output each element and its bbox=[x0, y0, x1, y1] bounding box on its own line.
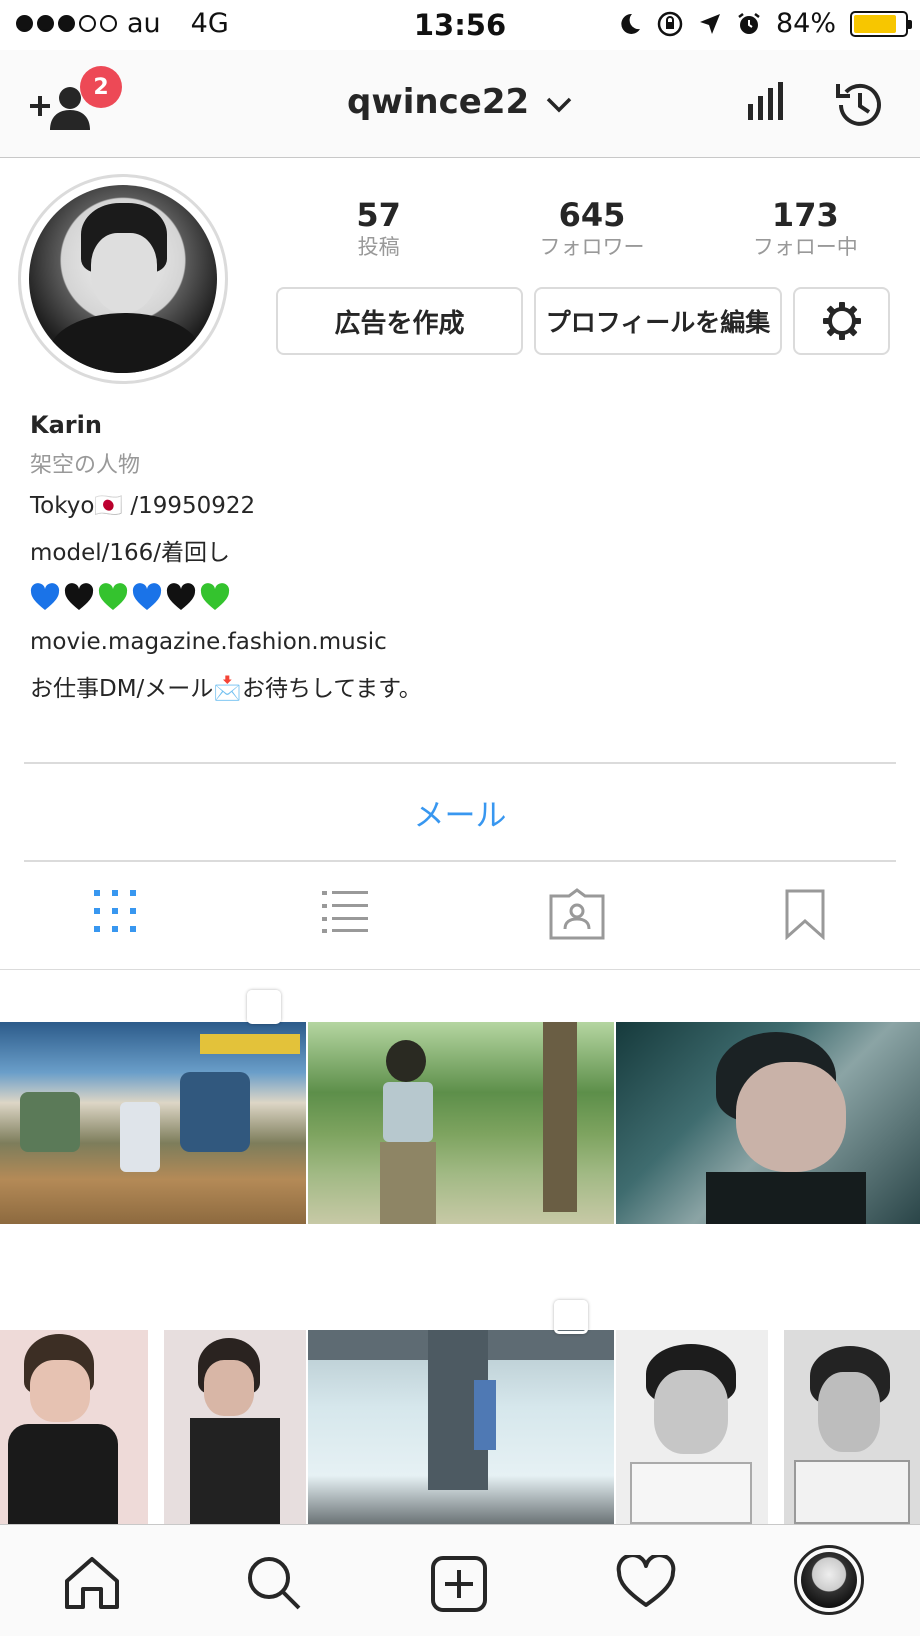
divider bbox=[24, 762, 896, 764]
profile-category: 架空の人物 bbox=[30, 453, 141, 478]
battery-percent: 84% bbox=[775, 8, 836, 39]
followers-number: 645 bbox=[558, 196, 626, 234]
green-heart-icon bbox=[98, 583, 128, 610]
display-name: Karin bbox=[30, 411, 102, 439]
bio-line-contact: お仕事DM/メール📩お待ちしてます。 bbox=[30, 676, 422, 702]
following-count[interactable]: 173 フォロー中 bbox=[699, 196, 912, 260]
status-right: 84% bbox=[616, 8, 912, 39]
followers-label: フォロワー bbox=[539, 235, 645, 259]
add-post-icon[interactable] bbox=[430, 1555, 488, 1613]
profile-photo bbox=[29, 185, 217, 373]
bio-hearts bbox=[30, 583, 890, 611]
home-icon[interactable] bbox=[62, 1555, 122, 1611]
profile-stats: 57 投稿 645 フォロワー 173 フォロー中 bbox=[272, 196, 912, 260]
multi-photo-icon bbox=[247, 990, 281, 1024]
posts-label: 投稿 bbox=[357, 235, 400, 259]
rotation-lock-icon bbox=[657, 11, 683, 36]
edit-profile-button[interactable]: プロフィールを編集 bbox=[534, 287, 782, 355]
history-icon[interactable] bbox=[832, 78, 886, 132]
post-thumbnail[interactable] bbox=[616, 1330, 768, 1524]
bio-line-model: model/166/着回し bbox=[30, 540, 231, 566]
profile-bio: Karin 架空の人物 Tokyo🇯🇵 /19950922 model/166/… bbox=[30, 408, 890, 705]
activity-heart-icon[interactable] bbox=[616, 1555, 676, 1609]
bio-line-interests: movie.magazine.fashion.music bbox=[30, 629, 387, 655]
profile-nav-bar: 2 qwince22 bbox=[0, 50, 920, 158]
alarm-icon bbox=[738, 12, 760, 34]
post-thumbnail[interactable] bbox=[308, 1330, 614, 1524]
bottom-tab-bar bbox=[0, 1524, 920, 1636]
email-button[interactable]: メール bbox=[0, 790, 920, 835]
posts-number: 57 bbox=[356, 196, 401, 234]
multi-photo-icon bbox=[554, 1300, 588, 1334]
chevron-down-icon bbox=[546, 97, 572, 112]
list-icon[interactable] bbox=[320, 888, 370, 934]
black-heart-icon bbox=[166, 583, 196, 610]
green-heart-icon bbox=[200, 583, 230, 610]
moon-icon bbox=[621, 13, 640, 34]
settings-button[interactable] bbox=[793, 287, 890, 355]
battery-icon bbox=[850, 10, 912, 37]
blue-heart-icon bbox=[132, 583, 162, 610]
blue-heart-icon bbox=[30, 583, 60, 610]
saved-icon[interactable] bbox=[784, 888, 826, 940]
gear-icon bbox=[822, 302, 861, 340]
black-heart-icon bbox=[64, 583, 94, 610]
post-thumbnail[interactable] bbox=[164, 1330, 306, 1524]
post-thumbnail[interactable] bbox=[0, 1022, 306, 1224]
search-icon[interactable] bbox=[246, 1555, 302, 1611]
location-arrow-icon bbox=[699, 13, 720, 34]
post-thumbnail[interactable] bbox=[616, 1022, 920, 1224]
post-thumbnail[interactable] bbox=[784, 1330, 920, 1524]
tagged-icon[interactable] bbox=[548, 888, 606, 940]
grid-icon[interactable] bbox=[92, 888, 138, 934]
profile-avatar-large[interactable] bbox=[18, 174, 228, 384]
following-label: フォロー中 bbox=[752, 235, 858, 259]
insights-icon[interactable] bbox=[744, 78, 790, 124]
following-number: 173 bbox=[771, 196, 839, 234]
create-ad-button[interactable]: 広告を作成 bbox=[276, 287, 523, 355]
profile-avatar[interactable] bbox=[794, 1545, 864, 1615]
profile-content-tabs bbox=[0, 862, 920, 970]
bio-line-location: Tokyo🇯🇵 /19950922 bbox=[30, 493, 256, 519]
posts-count[interactable]: 57 投稿 bbox=[272, 196, 485, 260]
post-thumbnail[interactable] bbox=[0, 1330, 148, 1524]
post-thumbnail[interactable] bbox=[308, 1022, 614, 1224]
status-bar: au 4G 13:56 84% bbox=[0, 0, 920, 50]
followers-count[interactable]: 645 フォロワー bbox=[485, 196, 698, 260]
username-title: qwince22 bbox=[347, 82, 530, 122]
